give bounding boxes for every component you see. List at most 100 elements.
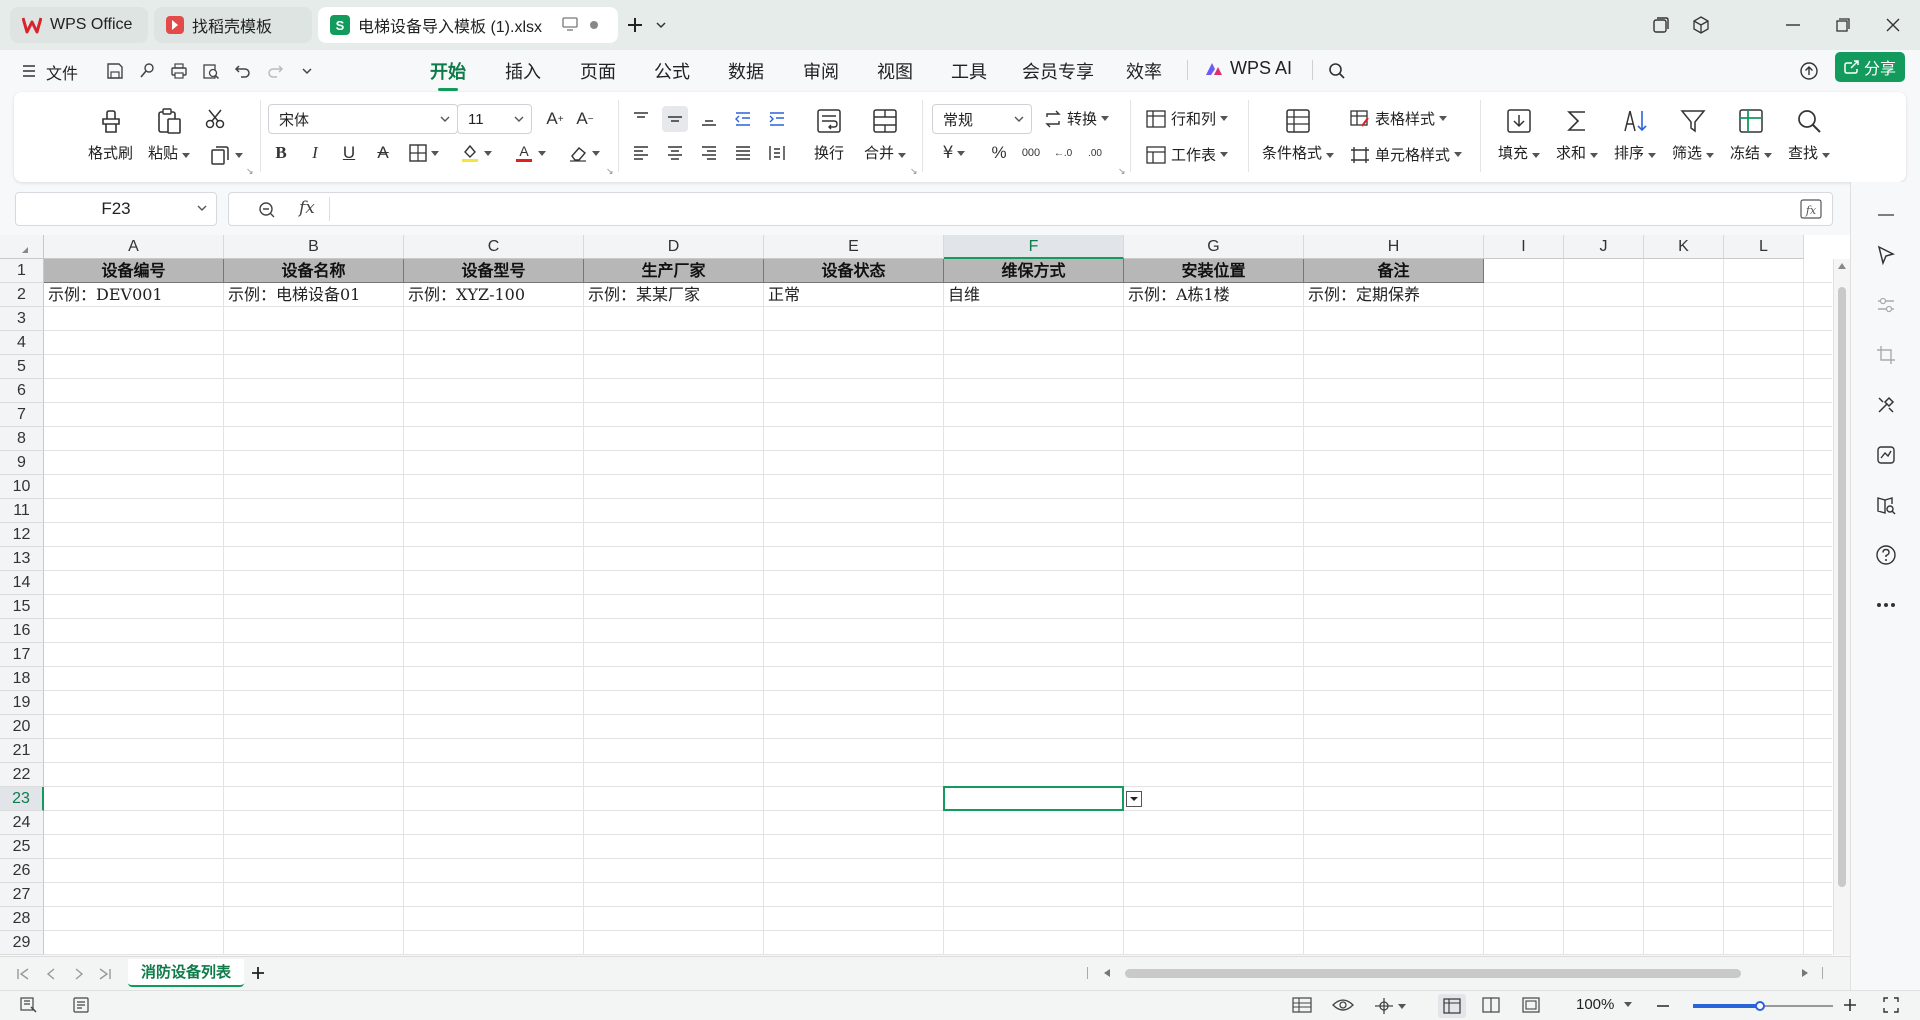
name-box[interactable]: F23: [15, 192, 217, 226]
format-painter-button[interactable]: 格式刷: [88, 106, 133, 163]
number-format-select[interactable]: 常规: [932, 104, 1032, 134]
comment-list-icon[interactable]: [72, 997, 90, 1013]
currency-button[interactable]: ¥: [936, 140, 972, 166]
header-cell[interactable]: 安装位置: [1124, 259, 1304, 283]
help-icon[interactable]: [1873, 542, 1899, 568]
font-expand-icon[interactable]: ↘: [606, 166, 614, 177]
selected-cell[interactable]: [943, 786, 1124, 811]
thousands-icon[interactable]: 000: [1018, 140, 1044, 166]
row-header-13[interactable]: 13: [0, 547, 44, 571]
scroll-thumb[interactable]: [1838, 287, 1846, 887]
menu-data[interactable]: 数据: [728, 58, 764, 84]
monitor-icon[interactable]: [562, 17, 578, 31]
header-cell[interactable]: 备注: [1304, 259, 1484, 283]
horizontal-scroll-thumb[interactable]: [1125, 969, 1741, 978]
tab-template[interactable]: 找稻壳模板: [154, 7, 312, 43]
new-tab-icon[interactable]: [622, 12, 648, 38]
distributed-align-icon[interactable]: [764, 140, 790, 166]
tools-icon[interactable]: [1873, 392, 1899, 418]
cut-icon[interactable]: [202, 106, 228, 132]
column-header-B[interactable]: B: [224, 235, 404, 259]
fullscreen-icon[interactable]: [1883, 997, 1899, 1013]
quick-access-chevron-icon[interactable]: [296, 60, 318, 82]
next-sheet-icon[interactable]: [72, 967, 86, 981]
row-header-19[interactable]: 19: [0, 691, 44, 715]
merge-button[interactable]: 合并: [864, 106, 907, 163]
italic-icon[interactable]: I: [302, 140, 328, 166]
insert-function-icon[interactable]: fx: [1800, 199, 1822, 219]
convert-button[interactable]: 转换: [1044, 108, 1110, 129]
header-cell[interactable]: 设备型号: [404, 259, 584, 283]
vertical-scrollbar[interactable]: [1833, 259, 1850, 955]
spreadsheet-grid[interactable]: ABCDEFGHIJKL 1 2 3 4 5 6 7 8 9 10 11 12 13 14 15 16 17 18…: [0, 235, 1850, 955]
undo-icon[interactable]: [232, 60, 254, 82]
menu-review[interactable]: 审阅: [803, 58, 839, 84]
file-menu[interactable]: 文件: [46, 60, 78, 84]
font-family-select[interactable]: 宋体: [268, 104, 458, 134]
row-header-28[interactable]: 28: [0, 907, 44, 931]
align-bottom-icon[interactable]: [696, 106, 722, 132]
header-cell[interactable]: 生产厂家: [584, 259, 764, 283]
row-header-29[interactable]: 29: [0, 931, 44, 955]
column-header-C[interactable]: C: [404, 235, 584, 259]
example-cell[interactable]: 示例：某某厂家: [584, 283, 764, 307]
example-cell[interactable]: 自维: [944, 283, 1124, 307]
zoom-out-icon[interactable]: [1656, 999, 1670, 1013]
crop-icon[interactable]: [1873, 342, 1899, 368]
row-header-20[interactable]: 20: [0, 715, 44, 739]
menu-view[interactable]: 视图: [877, 58, 913, 84]
decrease-font-icon[interactable]: A −: [572, 106, 598, 132]
share-button[interactable]: 分享: [1835, 52, 1905, 82]
maximize-icon[interactable]: [1830, 12, 1856, 38]
fill-color-button[interactable]: [456, 140, 496, 166]
row-header-16[interactable]: 16: [0, 619, 44, 643]
zoom-search-icon[interactable]: [257, 200, 277, 220]
column-header-L[interactable]: L: [1724, 235, 1804, 259]
row-header-4[interactable]: 4: [0, 331, 44, 355]
select-all-corner[interactable]: [0, 235, 44, 259]
search-icon[interactable]: [1326, 60, 1348, 82]
scroll-left-icon[interactable]: [1104, 969, 1112, 977]
copy-button[interactable]: [206, 142, 246, 168]
number-expand-icon[interactable]: ↘: [1118, 166, 1126, 177]
align-center-icon[interactable]: [662, 140, 688, 166]
row-header-18[interactable]: 18: [0, 667, 44, 691]
increase-decimal-icon[interactable]: ←.0: [1050, 140, 1076, 166]
column-header-E[interactable]: E: [764, 235, 944, 259]
zoom-in-icon[interactable]: [1843, 998, 1857, 1012]
paste-button[interactable]: 粘贴: [148, 106, 191, 163]
row-header-25[interactable]: 25: [0, 835, 44, 859]
tab-document[interactable]: S 电梯设备导入模板 (1).xlsx: [318, 7, 618, 43]
row-header-21[interactable]: 21: [0, 739, 44, 763]
row-header-12[interactable]: 12: [0, 523, 44, 547]
alignment-expand-icon[interactable]: ↘: [910, 166, 918, 177]
menu-formula[interactable]: 公式: [654, 58, 690, 84]
first-sheet-icon[interactable]: [16, 967, 30, 981]
cloud-upload-icon[interactable]: [1798, 60, 1820, 82]
add-sheet-icon[interactable]: [250, 965, 266, 981]
column-header-D[interactable]: D: [584, 235, 764, 259]
tab-list-chevron-icon[interactable]: [648, 12, 674, 38]
hamburger-icon[interactable]: [18, 60, 40, 82]
fill-button[interactable]: 填充: [1498, 106, 1541, 163]
column-header-J[interactable]: J: [1564, 235, 1644, 259]
slider-settings-icon[interactable]: [1873, 292, 1899, 318]
table-view-icon[interactable]: [1292, 997, 1312, 1015]
chart-sign-icon[interactable]: [1873, 442, 1899, 468]
conditional-format-button[interactable]: 条件格式: [1262, 106, 1335, 163]
sum-button[interactable]: 求和: [1556, 106, 1599, 163]
decrease-decimal-icon[interactable]: .00: [1082, 140, 1108, 166]
align-middle-icon[interactable]: [662, 106, 688, 132]
header-cell[interactable]: 设备名称: [224, 259, 404, 283]
row-header-2[interactable]: 2: [0, 283, 44, 307]
bold-icon[interactable]: B: [268, 140, 294, 166]
scroll-up-icon[interactable]: [1838, 263, 1846, 269]
increase-font-icon[interactable]: A +: [542, 106, 568, 132]
align-top-icon[interactable]: [628, 106, 654, 132]
example-cell[interactable]: 示例：A栋1楼: [1124, 283, 1304, 307]
close-icon[interactable]: [1880, 12, 1906, 38]
row-header-15[interactable]: 15: [0, 595, 44, 619]
row-header-1[interactable]: 1: [0, 259, 44, 283]
redo-icon[interactable]: [264, 60, 286, 82]
filter-button[interactable]: 筛选: [1672, 106, 1715, 163]
